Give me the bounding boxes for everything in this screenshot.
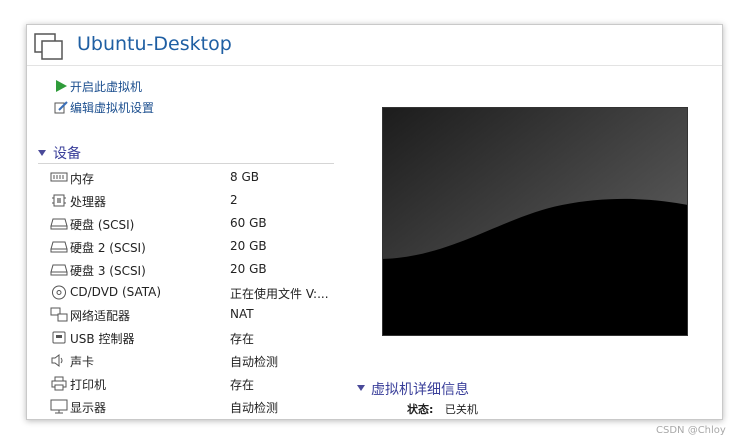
usb-icon — [52, 331, 66, 344]
device-value: 自动检测 — [230, 355, 279, 369]
device-row-processor[interactable]: 处理器 2 — [50, 190, 340, 212]
device-row-harddisk-3[interactable]: 硬盘 3 (SCSI) 20 GB — [50, 259, 340, 281]
device-row-memory[interactable]: 内存 8 GB — [50, 167, 340, 189]
speaker-icon — [51, 354, 63, 367]
device-row-harddisk-2[interactable]: 硬盘 2 (SCSI) 20 GB — [50, 236, 340, 258]
device-value: 60 GB — [230, 216, 267, 230]
edit-settings-icon — [54, 101, 68, 114]
play-icon — [56, 80, 67, 92]
devices-section-header[interactable]: 设备 — [38, 143, 334, 164]
vm-screen-preview[interactable] — [382, 107, 688, 336]
network-icon — [50, 307, 68, 322]
device-value: 20 GB — [230, 262, 267, 276]
device-value: NAT — [230, 307, 254, 321]
monitor-icon — [50, 399, 68, 414]
vm-details-section-header[interactable]: 虚拟机详细信息 — [357, 378, 577, 400]
device-name: 硬盘 2 (SCSI) — [70, 241, 146, 255]
devices-section-title: 设备 — [53, 146, 81, 162]
virtual-machine-icon — [34, 33, 63, 60]
harddisk-icon — [50, 264, 68, 276]
device-row-network-adapter[interactable]: 网络适配器 NAT — [50, 304, 340, 326]
power-on-vm-label: 开启此虚拟机 — [70, 80, 143, 94]
vm-state-label: 状态: — [407, 403, 434, 416]
device-name: 硬盘 (SCSI) — [70, 218, 135, 232]
vm-summary-panel: Ubuntu-Desktop 开启此虚拟机 编辑虚拟机设置 设备 内存 8 GB — [26, 24, 723, 420]
device-row-sound-card[interactable]: 声卡 自动检测 — [50, 350, 340, 372]
device-name: USB 控制器 — [70, 332, 135, 346]
collapse-triangle-icon — [357, 385, 365, 391]
device-row-printer[interactable]: 打印机 存在 — [50, 373, 340, 395]
vm-details-title: 虚拟机详细信息 — [371, 382, 469, 398]
device-value: 8 GB — [230, 170, 259, 184]
vm-state-value: 已关机 — [444, 403, 478, 416]
memory-icon — [50, 172, 68, 182]
device-value: 2 — [230, 193, 238, 207]
device-row-harddisk-1[interactable]: 硬盘 (SCSI) 60 GB — [50, 213, 340, 235]
device-name: 处理器 — [70, 195, 107, 209]
device-name: 网络适配器 — [70, 309, 131, 323]
device-row-cd-dvd[interactable]: CD/DVD (SATA) 正在使用文件 V:... — [50, 282, 340, 304]
cpu-icon — [52, 194, 66, 207]
edit-vm-settings-label: 编辑虚拟机设置 — [70, 101, 155, 115]
device-value: 20 GB — [230, 239, 267, 253]
device-name: 打印机 — [70, 378, 107, 392]
device-value: 自动检测 — [230, 401, 279, 415]
harddisk-icon — [50, 241, 68, 253]
device-value: 正在使用文件 V:... — [230, 287, 329, 301]
device-name: 内存 — [70, 172, 95, 186]
device-row-usb-controller[interactable]: USB 控制器 存在 — [50, 327, 340, 349]
device-value: 存在 — [230, 332, 255, 346]
vm-header: Ubuntu-Desktop — [27, 25, 722, 66]
device-name: 声卡 — [70, 355, 95, 369]
collapse-triangle-icon — [38, 150, 46, 156]
vm-title: Ubuntu-Desktop — [77, 33, 232, 55]
device-value: 存在 — [230, 378, 255, 392]
printer-icon — [51, 376, 67, 391]
device-name: CD/DVD (SATA) — [70, 285, 162, 299]
device-name: 显示器 — [70, 401, 107, 415]
vm-state: 状态: 已关机 — [407, 401, 478, 417]
harddisk-icon — [50, 218, 68, 230]
device-row-display[interactable]: 显示器 自动检测 — [50, 396, 340, 418]
watermark: CSDN @Chloy — [656, 425, 726, 436]
cd-dvd-icon — [52, 285, 66, 300]
device-name: 硬盘 3 (SCSI) — [70, 264, 146, 278]
